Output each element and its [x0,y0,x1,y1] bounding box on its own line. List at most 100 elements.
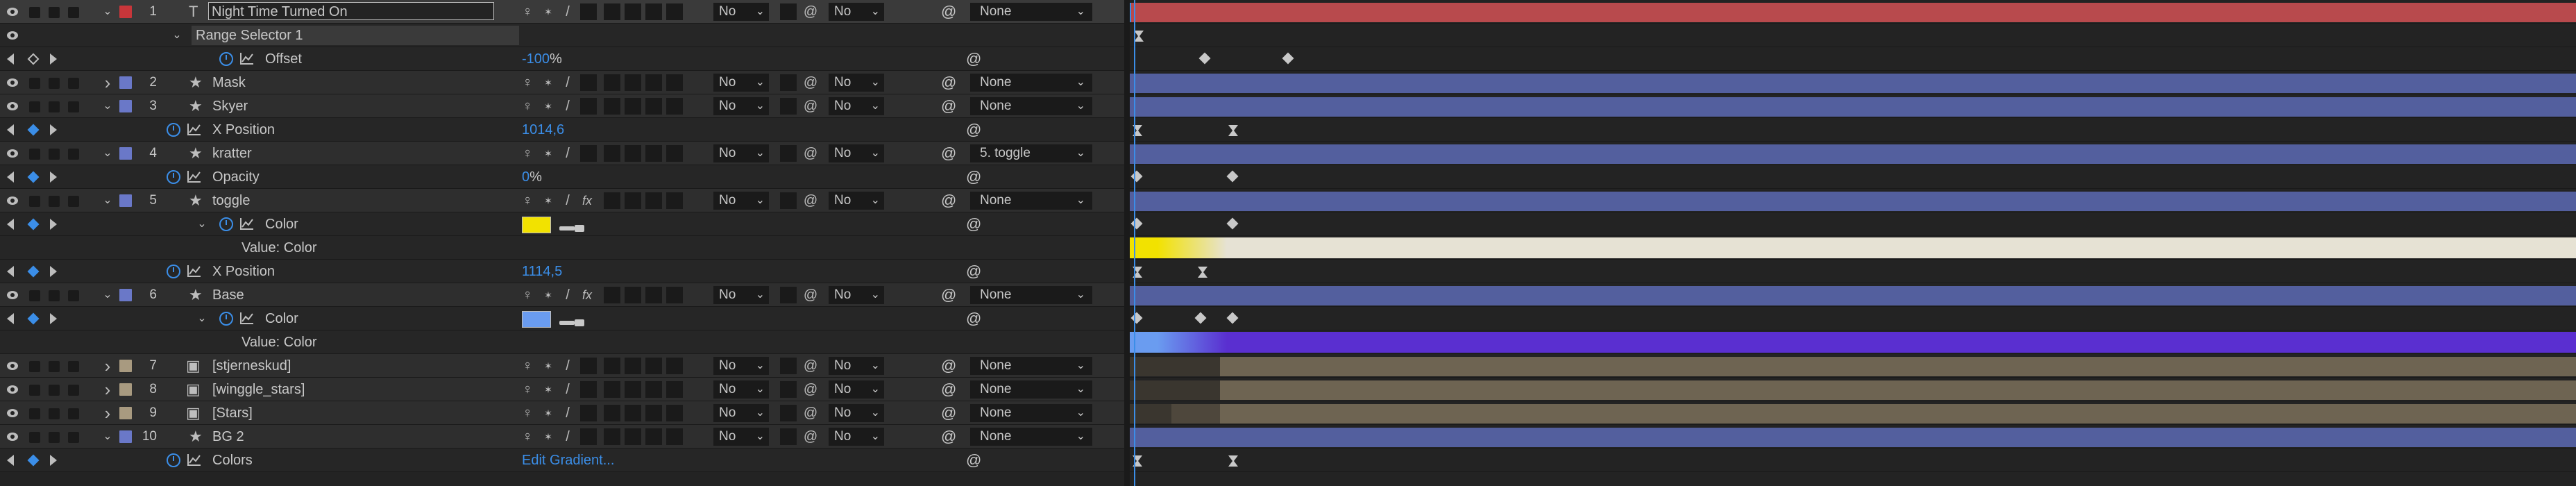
adjustment-toggle[interactable] [645,381,662,398]
preserve-transparency-toggle[interactable] [780,74,797,91]
eye-icon[interactable] [7,291,18,299]
keyframe-marker[interactable] [1198,266,1208,278]
track-matte-select[interactable]: No ⌄ [829,380,884,399]
track-matte-pickwhip-icon[interactable]: @ [802,3,819,20]
shy-icon[interactable]: ♀ [519,405,536,421]
chevron-down-icon[interactable]: ⌄ [101,289,114,301]
effect-toggle[interactable] [580,405,597,421]
quality-icon[interactable]: / [559,381,576,398]
preserve-transparency-toggle[interactable] [780,145,797,162]
color-swatch[interactable] [522,217,551,233]
motion-blur-toggle[interactable] [625,145,641,162]
solo-toggle[interactable] [49,408,60,419]
eye-icon[interactable] [7,102,18,110]
shy-icon[interactable]: ♀ [519,287,536,303]
layer-duration-bar[interactable] [1130,357,2576,376]
parent-pickwhip-icon[interactable]: @ [941,94,956,118]
layer-duration-bar[interactable] [1130,404,2576,424]
lock-toggle[interactable] [68,78,79,89]
motion-blur-toggle[interactable] [625,3,641,20]
layer-name[interactable]: BG 2 [212,425,244,449]
chevron-right-icon[interactable]: › [101,380,114,399]
solo-toggle[interactable] [49,78,60,89]
parent-select[interactable]: None ⌄ [970,97,1092,115]
keyframe-navigator[interactable] [0,260,57,283]
preserve-transparency-toggle[interactable] [780,381,797,398]
keyframe-navigator[interactable] [0,165,57,189]
blend-mode-select[interactable]: No ⌄ [713,74,769,92]
quality-icon[interactable]: / [559,358,576,374]
quality-icon[interactable]: / [559,98,576,115]
track-matte-select[interactable]: No ⌄ [829,74,884,92]
solo-toggle[interactable] [49,101,60,112]
track-matte-pickwhip-icon[interactable]: @ [802,405,819,421]
shy-icon[interactable]: ♀ [519,428,536,445]
expression-pickwhip-icon[interactable]: @ [966,47,981,71]
layer-duration-bar[interactable] [1130,428,2576,447]
audio-toggle[interactable] [29,149,40,160]
keyframe-marker[interactable] [1228,124,1238,136]
collapse-icon[interactable]: ✶ [540,98,557,115]
add-keyframe-icon[interactable] [27,53,40,65]
keyframe-navigator[interactable] [0,212,57,236]
color-swatch[interactable] [522,311,551,328]
keyframe-marker[interactable] [1194,312,1207,324]
layer-name[interactable]: Night Time Turned On [208,2,494,20]
chevron-right-icon[interactable]: › [101,357,114,375]
stopwatch-icon[interactable] [167,265,180,278]
motion-blur-toggle[interactable] [625,192,641,209]
track-matte-pickwhip-icon[interactable]: @ [802,287,819,303]
solo-toggle[interactable] [49,149,60,160]
chevron-down-icon[interactable]: ⌄ [101,6,114,18]
quality-icon[interactable]: / [559,428,576,445]
expression-pickwhip-icon[interactable]: @ [966,307,981,330]
parent-select[interactable]: 5. toggle ⌄ [970,144,1092,162]
adjustment-toggle[interactable] [645,428,662,445]
adjustment-toggle[interactable] [645,287,662,303]
track-matte-pickwhip-icon[interactable]: @ [802,74,819,91]
chevron-down-icon[interactable]: ⌄ [101,194,114,207]
property-value[interactable]: 0% [522,165,542,189]
track-matte-pickwhip-icon[interactable]: @ [802,428,819,445]
keyframe-marker[interactable] [1282,52,1294,65]
keyframe-marker[interactable] [1226,217,1239,230]
next-keyframe-icon[interactable] [50,171,57,183]
chevron-right-icon[interactable]: › [101,74,114,92]
frame-blend-toggle[interactable] [604,428,620,445]
chevron-right-icon[interactable] [196,53,208,65]
audio-toggle[interactable] [29,408,40,419]
quality-icon[interactable]: / [559,287,576,303]
property-value[interactable]: 1014,6 [522,118,564,142]
motion-blur-toggle[interactable] [625,428,641,445]
prev-keyframe-icon[interactable] [7,53,14,65]
layer-name[interactable]: [stjerneskud] [212,354,291,378]
collapse-icon[interactable]: ✶ [540,405,557,421]
3d-toggle[interactable] [666,145,683,162]
chevron-down-icon[interactable]: ⌄ [101,100,114,112]
effect-toggle[interactable] [580,74,597,91]
shy-icon[interactable]: ♀ [519,358,536,374]
graph-icon[interactable] [187,453,201,466]
adjustment-toggle[interactable] [645,145,662,162]
collapse-icon[interactable]: ✶ [540,428,557,445]
3d-toggle[interactable] [666,428,683,445]
audio-toggle[interactable] [29,78,40,89]
panel-divider[interactable] [1124,0,1130,486]
parent-pickwhip-icon[interactable]: @ [941,354,956,378]
parent-select[interactable]: None ⌄ [970,192,1092,210]
lock-toggle[interactable] [68,408,79,419]
lock-toggle[interactable] [68,196,79,207]
expression-pickwhip-icon[interactable]: @ [966,165,981,189]
adjustment-toggle[interactable] [645,358,662,374]
shy-icon[interactable]: ♀ [519,98,536,115]
eye-icon[interactable] [7,31,18,40]
next-keyframe-icon[interactable] [50,219,57,230]
parent-select[interactable]: None ⌄ [970,380,1092,399]
keyframe-marker[interactable] [1226,312,1239,324]
keyframe-marker[interactable] [1198,52,1211,65]
track-matte-select[interactable]: No ⌄ [829,286,884,304]
keyframe-marker[interactable] [1130,312,1143,324]
chevron-down-icon[interactable]: ⌄ [196,218,208,231]
motion-blur-toggle[interactable] [625,405,641,421]
stopwatch-icon[interactable] [167,170,180,184]
